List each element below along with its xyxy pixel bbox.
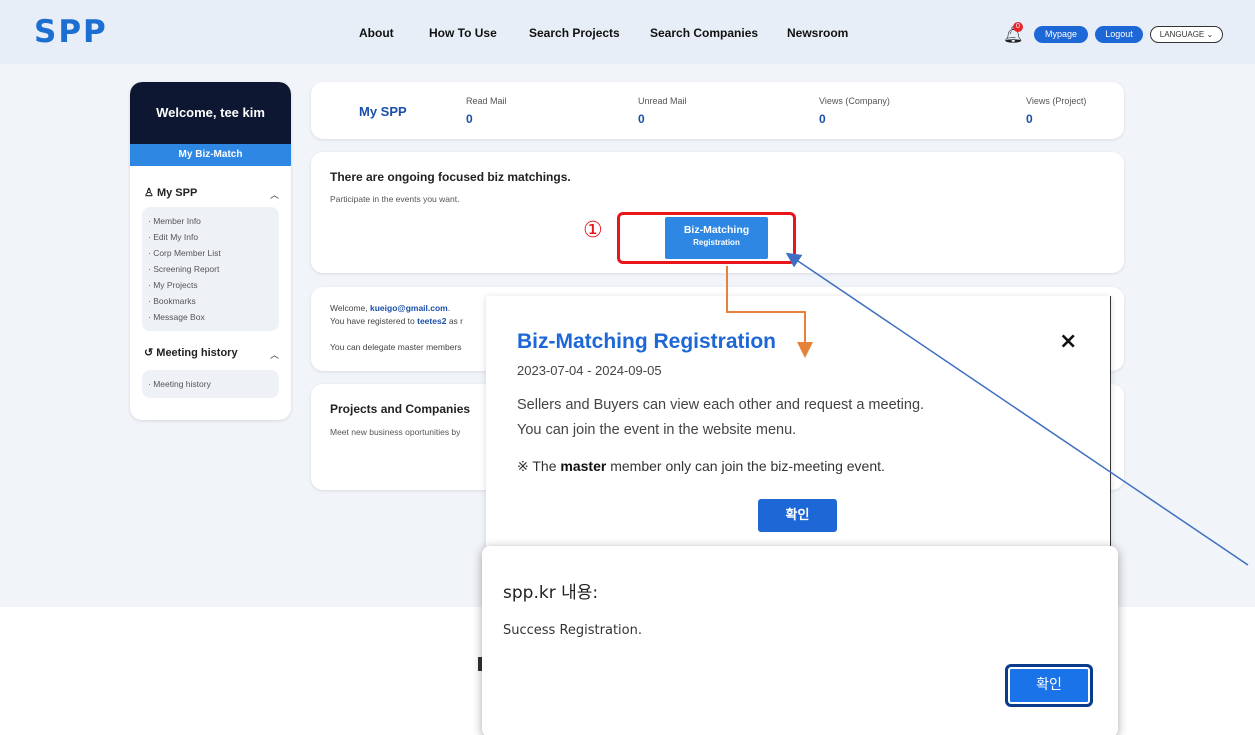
alert-ok-button[interactable]: 확인: [1005, 664, 1093, 707]
stat-read-mail[interactable]: 0: [466, 112, 473, 126]
menu-my-projects[interactable]: · My Projects: [148, 277, 279, 293]
browser-alert-dialog: spp.kr 내용: Success Registration. 확인: [482, 546, 1118, 735]
modal-confirm-button[interactable]: 확인: [758, 499, 837, 532]
menu-edit-my-info[interactable]: · Edit My Info: [148, 229, 279, 245]
menu-member-info[interactable]: · Member Info: [148, 213, 279, 229]
modal-note: ※ The master member only can join the bi…: [517, 458, 885, 474]
my-spp-heading[interactable]: ♙ My SPP: [144, 186, 197, 199]
chevron-up-icon[interactable]: ︿: [270, 348, 279, 361]
stat-label: Views (Project): [1026, 96, 1087, 106]
projects-subtitle: Meet new business oportunities by: [330, 427, 461, 437]
nav-search-projects[interactable]: Search Projects: [529, 26, 620, 40]
focus-title: There are ongoing focused biz matchings.: [330, 170, 571, 184]
welcome-banner: Welcome, tee kim: [130, 82, 291, 144]
member-company: teetes2: [417, 316, 447, 326]
stats-title: My SPP: [359, 104, 407, 119]
top-navigation-bar: SPP About How To Use Search Projects Sea…: [0, 0, 1255, 64]
alert-message: Success Registration.: [503, 623, 642, 638]
logout-button[interactable]: Logout: [1095, 26, 1143, 43]
stat-label: Unread Mail: [638, 96, 687, 106]
projects-title: Projects and Companies: [330, 402, 471, 416]
menu-corp-member-list[interactable]: · Corp Member List: [148, 245, 279, 261]
focus-subtitle: Participate in the events you want.: [330, 194, 460, 204]
nav-search-companies[interactable]: Search Companies: [650, 26, 758, 40]
biz-matching-registration-modal: Biz-Matching Registration × 2023-07-04 -…: [486, 296, 1111, 548]
alert-title: spp.kr 내용:: [503, 583, 599, 603]
spp-logo[interactable]: SPP: [34, 14, 108, 50]
member-registered-line: You have registered to teetes2 as r: [330, 316, 463, 326]
menu-message-box[interactable]: · Message Box: [148, 309, 279, 325]
member-welcome-line: Welcome, kueigo@gmail.com.: [330, 303, 451, 313]
mypage-button[interactable]: Mypage: [1034, 26, 1088, 43]
modal-title: Biz-Matching Registration: [517, 330, 777, 353]
stat-label: Read Mail: [466, 96, 507, 106]
nav-about[interactable]: About: [359, 26, 394, 40]
my-spp-stats-card: My SPP Read Mail 0 Unread Mail 0 Views (…: [311, 82, 1124, 139]
menu-meeting-history[interactable]: · Meeting history: [148, 376, 279, 392]
stat-label: Views (Company): [819, 96, 890, 106]
menu-bookmarks[interactable]: · Bookmarks: [148, 293, 279, 309]
my-spp-menu: · Member Info · Edit My Info · Corp Memb…: [142, 207, 279, 331]
notification-badge: 0: [1013, 22, 1023, 32]
nav-how-to-use[interactable]: How To Use: [429, 26, 497, 40]
chevron-up-icon[interactable]: ︿: [270, 188, 279, 201]
stat-unread-mail[interactable]: 0: [638, 112, 645, 126]
step-marker: ①: [583, 218, 603, 243]
screenshot: SPP About How To Use Search Projects Sea…: [0, 0, 1255, 735]
stat-views-project[interactable]: 0: [1026, 112, 1033, 126]
close-icon[interactable]: ×: [1059, 329, 1077, 354]
member-email: kueigo@gmail.com: [370, 303, 448, 313]
modal-description: Sellers and Buyers can view each other a…: [517, 397, 925, 413]
sidebar: Welcome, tee kim My Biz-Match ♙ My SPP ︿…: [130, 82, 291, 420]
meeting-history-menu: · Meeting history: [142, 370, 279, 398]
menu-screening-report[interactable]: · Screening Report: [148, 261, 279, 277]
highlight-box: [617, 212, 796, 264]
stat-views-company[interactable]: 0: [819, 112, 826, 126]
modal-dates: 2023-07-04 - 2024-09-05: [517, 363, 662, 378]
member-delegate-line: You can delegate master members: [330, 342, 462, 352]
history-icon: ↺: [144, 347, 154, 359]
language-select[interactable]: LANGUAGE ⌄: [1150, 26, 1223, 43]
nav-newsroom[interactable]: Newsroom: [787, 26, 848, 40]
modal-description: You can join the event in the website me…: [517, 422, 797, 438]
meeting-history-heading[interactable]: ↺ Meeting history: [144, 346, 238, 359]
user-icon: ♙: [144, 187, 154, 199]
my-biz-match-tab[interactable]: My Biz-Match: [130, 144, 291, 166]
